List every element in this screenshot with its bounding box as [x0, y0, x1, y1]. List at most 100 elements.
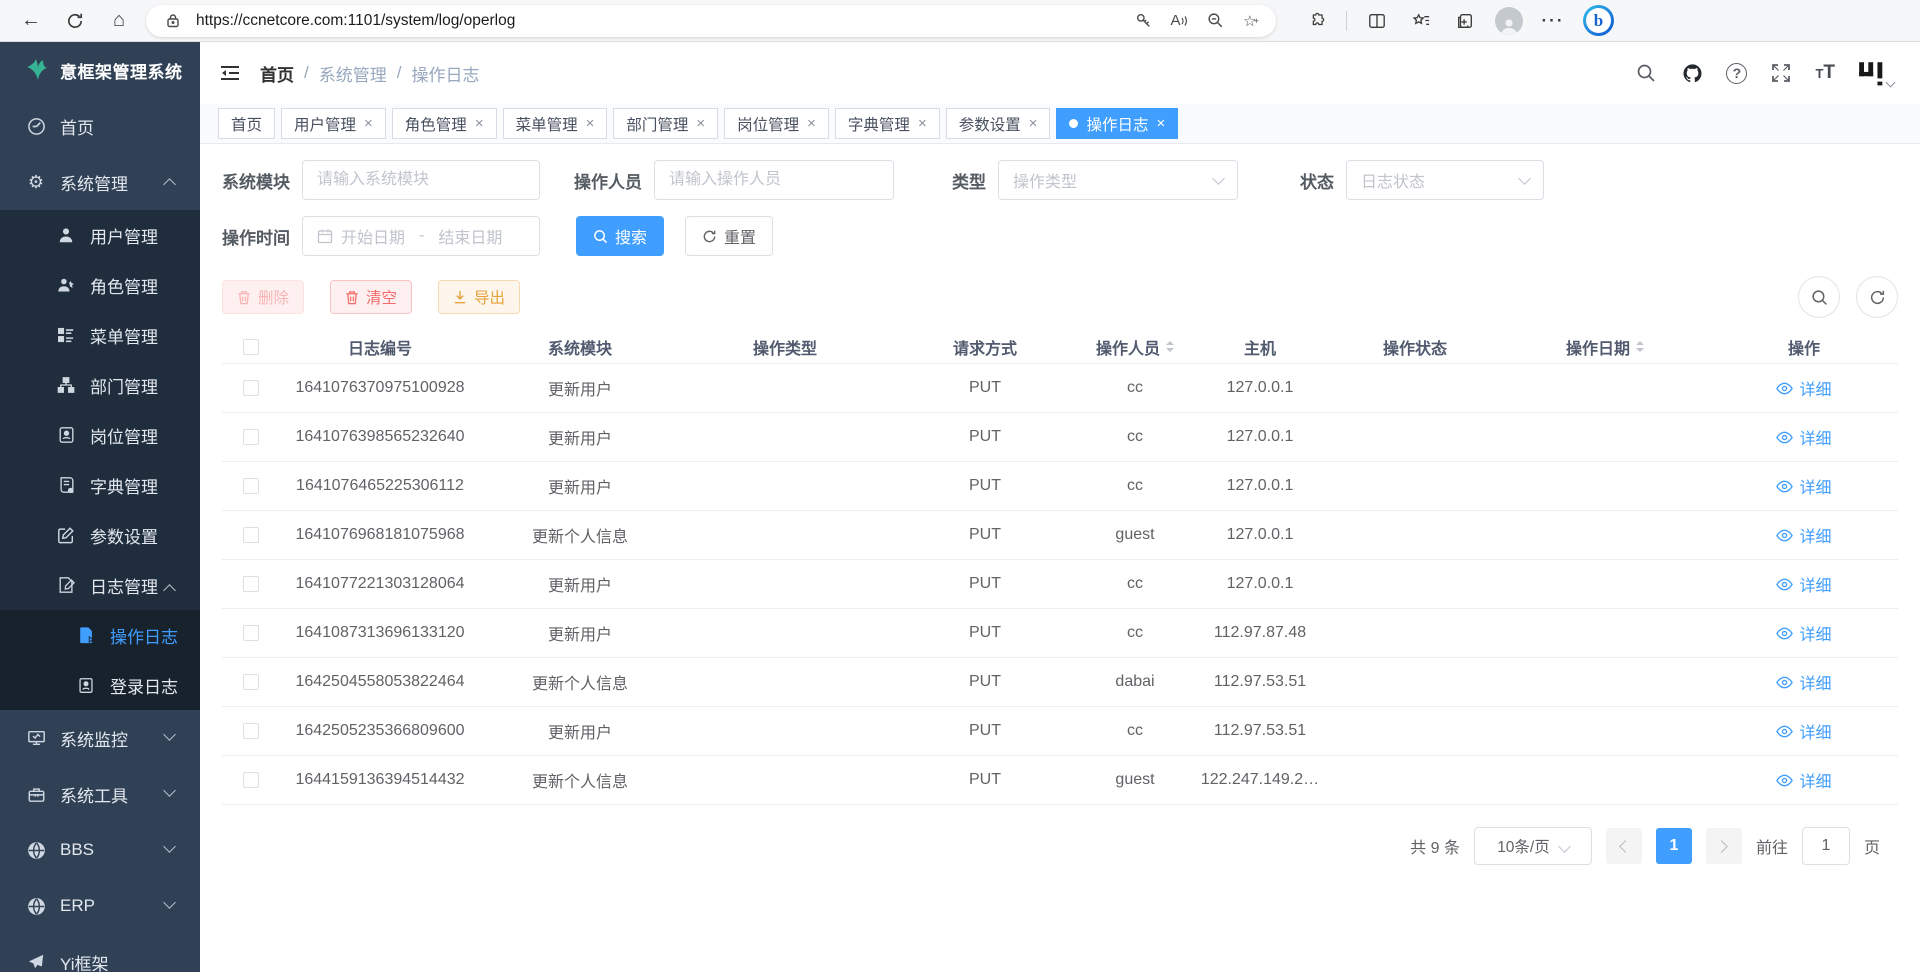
close-icon[interactable]: × — [807, 115, 816, 132]
row-checkbox[interactable] — [243, 674, 259, 690]
extensions-icon[interactable] — [1302, 7, 1330, 35]
collections-icon[interactable] — [1451, 7, 1479, 35]
operator-input[interactable] — [654, 160, 894, 200]
tab-post-management[interactable]: 岗位管理× — [724, 108, 829, 139]
fullscreen-icon[interactable] — [1769, 61, 1793, 85]
bing-chat-icon[interactable]: b — [1583, 5, 1614, 36]
sidebar-item-role-management[interactable]: 角色管理 — [0, 260, 200, 310]
goto-page-input[interactable] — [1802, 827, 1850, 865]
page-1-button[interactable]: 1 — [1656, 828, 1692, 864]
sidebar-item-post-management[interactable]: 岗位管理 — [0, 410, 200, 460]
reset-button[interactable]: 重置 — [685, 216, 773, 256]
sidebar-collapse-icon[interactable] — [218, 61, 242, 85]
sidebar-item-system-management[interactable]: ⚙ 系统管理 — [0, 154, 200, 210]
export-button[interactable]: 导出 — [438, 280, 520, 314]
tab-operation-log[interactable]: 操作日志× — [1056, 108, 1178, 139]
detail-link[interactable]: 详细 — [1776, 670, 1831, 694]
select-all-checkbox[interactable] — [243, 339, 259, 355]
close-icon[interactable]: × — [1029, 115, 1038, 132]
detail-link[interactable]: 详细 — [1776, 719, 1831, 743]
sidebar-item-erp[interactable]: ERP — [0, 878, 200, 934]
browser-menu-icon[interactable]: ··· — [1539, 7, 1567, 35]
detail-link[interactable]: 详细 — [1776, 621, 1831, 645]
github-icon[interactable] — [1680, 61, 1704, 85]
breadcrumb-home[interactable]: 首页 — [260, 61, 294, 86]
yi-logo[interactable] — [1857, 59, 1894, 87]
clear-button[interactable]: 清空 — [330, 280, 412, 314]
tab-parameter-settings[interactable]: 参数设置× — [946, 108, 1051, 139]
tab-role-management[interactable]: 角色管理× — [392, 108, 497, 139]
tab-department-management[interactable]: 部门管理× — [613, 108, 718, 139]
detail-link[interactable]: 详细 — [1776, 572, 1831, 596]
close-icon[interactable]: × — [1157, 115, 1166, 132]
favorites-add-icon[interactable]: ☆+ — [1238, 8, 1264, 34]
address-bar[interactable]: https://ccnetcore.com:1101/system/log/op… — [146, 5, 1276, 37]
help-icon[interactable]: ? — [1726, 63, 1747, 84]
sidebar-item-user-management[interactable]: 用户管理 — [0, 210, 200, 260]
detail-link[interactable]: 详细 — [1776, 523, 1831, 547]
type-select[interactable]: 操作类型 — [998, 160, 1238, 200]
row-checkbox[interactable] — [243, 576, 259, 592]
prev-page-button[interactable] — [1606, 828, 1642, 864]
favorites-bar-icon[interactable] — [1407, 7, 1435, 35]
detail-link[interactable]: 详细 — [1776, 474, 1831, 498]
sidebar-item-parameter-settings[interactable]: 参数设置 — [0, 510, 200, 560]
sort-icon[interactable] — [1636, 341, 1644, 352]
font-size-icon[interactable]: TT — [1815, 62, 1835, 84]
sidebar-item-dictionary-management[interactable]: 字典管理 — [0, 460, 200, 510]
browser-home-button[interactable]: ⌂ — [102, 4, 136, 38]
row-checkbox[interactable] — [243, 429, 259, 445]
sidebar-item-login-log[interactable]: 登录日志 — [0, 660, 200, 710]
sidebar-item-system-monitor[interactable]: 系统监控 — [0, 710, 200, 766]
search-button[interactable]: 搜索 — [576, 216, 664, 256]
close-icon[interactable]: × — [696, 115, 705, 132]
table-search-button[interactable] — [1798, 276, 1840, 318]
split-screen-icon[interactable] — [1363, 7, 1391, 35]
dashboard-icon — [26, 117, 46, 136]
col-operator[interactable]: 操作人员 — [1080, 335, 1190, 359]
detail-link[interactable]: 详细 — [1776, 425, 1831, 449]
next-page-button[interactable] — [1706, 828, 1742, 864]
close-icon[interactable]: × — [475, 115, 484, 132]
url-text[interactable]: https://ccnetcore.com:1101/system/log/op… — [196, 12, 1120, 30]
tab-menu-management[interactable]: 菜单管理× — [503, 108, 608, 139]
operation-log-icon — [76, 626, 96, 644]
col-date[interactable]: 操作日期 — [1500, 335, 1710, 359]
row-checkbox[interactable] — [243, 723, 259, 739]
page-size-select[interactable]: 10条/页 — [1474, 827, 1592, 865]
sidebar-item-department-management[interactable]: 部门管理 — [0, 360, 200, 410]
close-icon[interactable]: × — [364, 115, 373, 132]
row-checkbox[interactable] — [243, 478, 259, 494]
tab-user-management[interactable]: 用户管理× — [281, 108, 386, 139]
browser-refresh-button[interactable] — [58, 4, 92, 38]
status-select[interactable]: 日志状态 — [1346, 160, 1544, 200]
detail-link[interactable]: 详细 — [1776, 376, 1831, 400]
browser-profile-avatar[interactable] — [1495, 7, 1523, 35]
sort-icon[interactable] — [1166, 341, 1174, 352]
row-checkbox[interactable] — [243, 527, 259, 543]
row-checkbox[interactable] — [243, 772, 259, 788]
sidebar-item-bbs[interactable]: BBS — [0, 822, 200, 878]
sidebar-item-home[interactable]: 首页 — [0, 98, 200, 154]
module-input[interactable] — [302, 160, 540, 200]
close-icon[interactable]: × — [918, 115, 927, 132]
tab-dictionary-management[interactable]: 字典管理× — [835, 108, 940, 139]
browser-back-button[interactable]: ← — [14, 4, 48, 38]
row-checkbox[interactable] — [243, 625, 259, 641]
zoom-out-icon[interactable] — [1202, 8, 1228, 34]
sidebar-item-operation-log[interactable]: 操作日志 — [0, 610, 200, 660]
tab-home[interactable]: 首页 — [218, 108, 275, 139]
password-key-icon[interactable] — [1130, 8, 1156, 34]
read-aloud-icon[interactable]: A — [1166, 8, 1192, 34]
table-refresh-button[interactable] — [1856, 276, 1898, 318]
row-checkbox[interactable] — [243, 380, 259, 396]
close-icon[interactable]: × — [586, 115, 595, 132]
sidebar-item-system-tools[interactable]: 系统工具 — [0, 766, 200, 822]
detail-link[interactable]: 详细 — [1776, 768, 1831, 792]
sidebar-item-menu-management[interactable]: 菜单管理 — [0, 310, 200, 360]
date-range-picker[interactable]: 开始日期 - 结束日期 — [302, 216, 540, 256]
search-icon[interactable] — [1634, 61, 1658, 85]
sidebar-item-yi-framework[interactable]: Yi框架 — [0, 934, 200, 972]
delete-button[interactable]: 删除 — [222, 280, 304, 314]
sidebar-item-log-management[interactable]: 日志管理 — [0, 560, 200, 610]
